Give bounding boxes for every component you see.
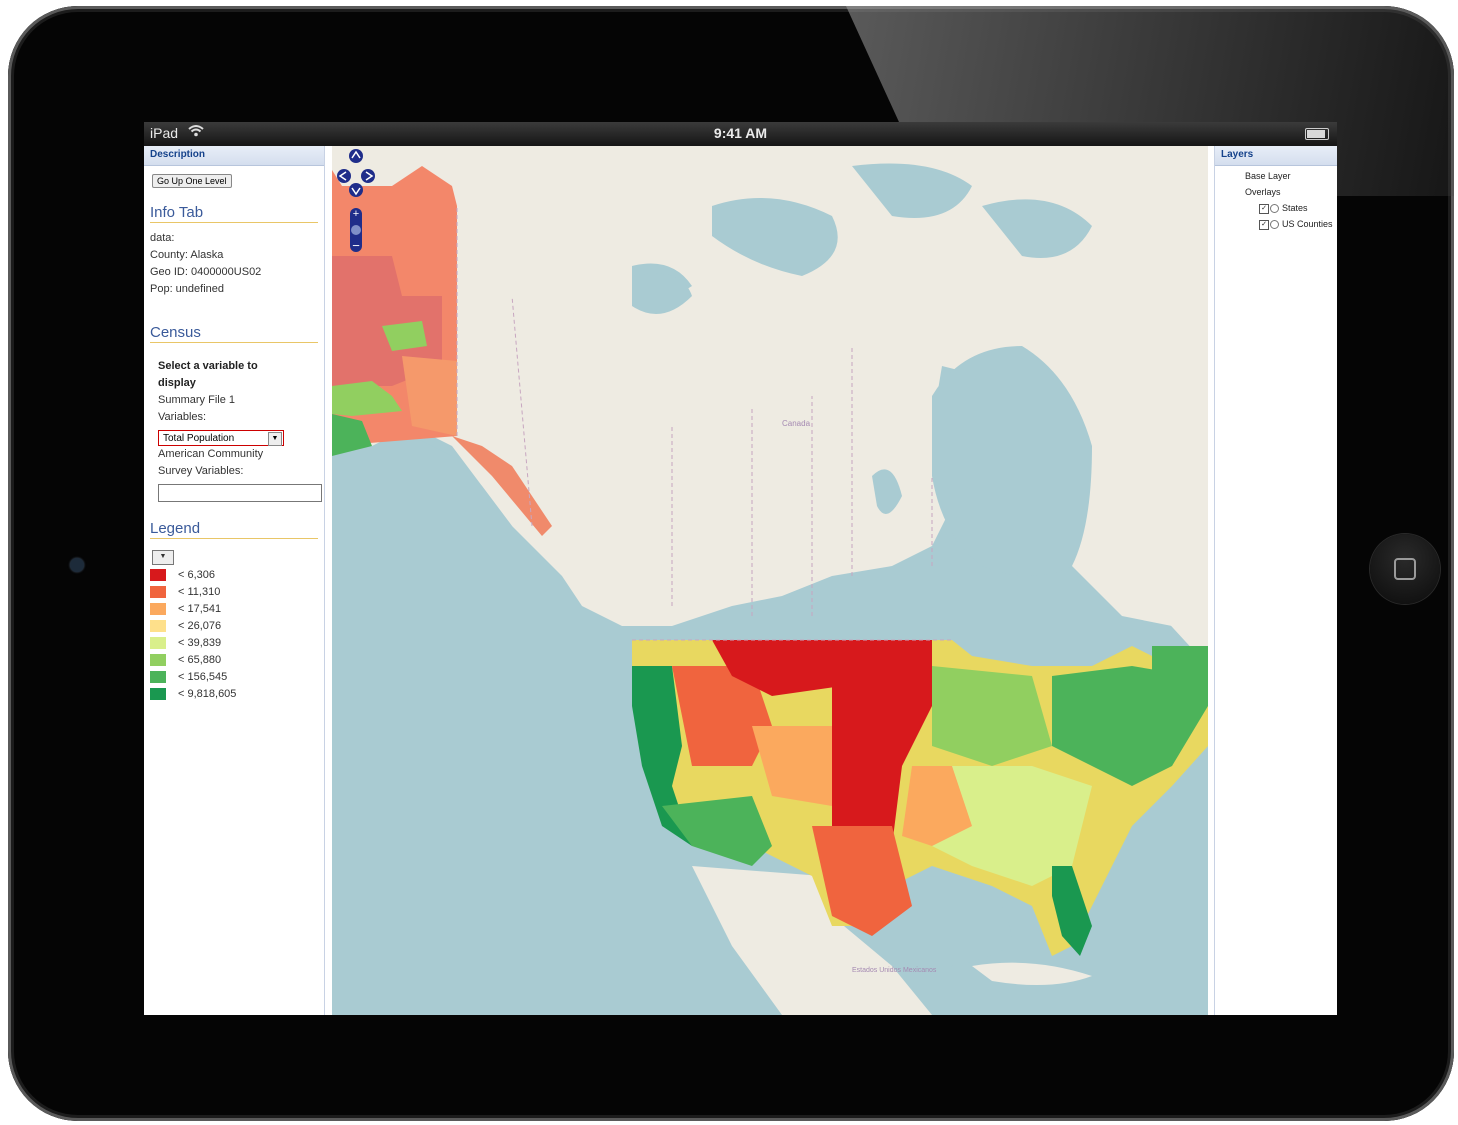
- layer-item-us-counties[interactable]: ✓ US Counties: [1215, 216, 1337, 232]
- description-panel: Description Go Up One Level Info Tab dat…: [144, 146, 325, 1015]
- info-line: data:: [150, 232, 175, 244]
- mexico-label: Estados Unidos Mexicanos: [852, 967, 937, 974]
- acs-label: Survey Variables:: [158, 465, 244, 477]
- acs-label: American Community: [158, 448, 264, 460]
- census-prompt: Select a variable to: [158, 360, 258, 372]
- legend-item: < 17,541: [150, 600, 236, 617]
- layers-header: Layers: [1215, 146, 1337, 166]
- status-time: 9:41 AM: [713, 125, 768, 141]
- info-tab-content: data: County: Alaska Geo ID: 0400000US02…: [150, 230, 261, 298]
- acs-variable-input[interactable]: [158, 484, 322, 502]
- sf1-label: Variables:: [158, 411, 207, 423]
- layer-item-states[interactable]: ✓ States: [1215, 200, 1337, 216]
- layers-panel: Layers Base Layer Overlays ✓ States ✓ US C…: [1214, 146, 1337, 1015]
- go-up-one-level-button[interactable]: Go Up One Level: [152, 174, 232, 188]
- map-svg: Canada Estados Unidos Mexicanos + −: [332, 146, 1208, 1015]
- description-header: Description: [144, 146, 324, 166]
- layer-label: States: [1282, 203, 1308, 213]
- home-square-icon: [1394, 558, 1416, 580]
- legend-swatch: [150, 619, 166, 632]
- legend-item: < 26,076: [150, 617, 236, 634]
- zoom-out-icon[interactable]: −: [352, 238, 360, 253]
- layers-list: Base Layer Overlays ✓ States ✓ US Counties: [1215, 168, 1337, 232]
- legend-swatch: [150, 585, 166, 598]
- legend-item: < 156,545: [150, 668, 236, 685]
- camera-icon: [70, 558, 84, 572]
- legend-swatch: [150, 636, 166, 649]
- legend-label: < 17,541: [178, 602, 222, 615]
- map-canvas[interactable]: Canada Estados Unidos Mexicanos + −: [332, 146, 1208, 1015]
- legend-swatch: [150, 653, 166, 666]
- layer-label: US Counties: [1282, 219, 1333, 229]
- legend-item: < 11,310: [150, 583, 236, 600]
- legend-label: < 39,839: [178, 636, 222, 649]
- census-content: Select a variable to display Summary Fil…: [158, 358, 322, 502]
- quebec-landmass: [1072, 236, 1208, 666]
- canada-label: Canada: [782, 419, 811, 428]
- overlays-label: Overlays: [1245, 187, 1281, 197]
- checkbox-icon[interactable]: ✓: [1259, 203, 1269, 214]
- legend-item: < 6,306: [150, 566, 236, 583]
- sf1-variable-select[interactable]: Total Population ▼: [158, 430, 284, 446]
- base-layer-label: Base Layer: [1245, 171, 1291, 181]
- dropdown-arrow-icon[interactable]: ▼: [268, 432, 282, 446]
- cuba: [972, 962, 1092, 985]
- legend-label: < 11,310: [178, 585, 221, 598]
- home-button[interactable]: [1370, 534, 1440, 604]
- legend-swatch: [150, 670, 166, 683]
- battery-icon: [1305, 128, 1329, 140]
- ipad-frame: iPad 9:41 AM Description Go Up One Level…: [8, 6, 1454, 1121]
- legend-list: < 6,306 < 11,310 < 17,541 < 26,076 < 39,839 <…: [150, 566, 236, 702]
- legend-swatch: [150, 568, 166, 581]
- census-title: Census: [150, 324, 318, 343]
- zoom-in-icon[interactable]: +: [353, 208, 359, 220]
- legend-label: < 26,076: [178, 619, 222, 632]
- legend-dropdown-icon[interactable]: ▼: [152, 550, 174, 565]
- legend-swatch: [150, 602, 166, 615]
- legend-label: < 6,306: [178, 568, 216, 581]
- legend-item: < 65,880: [150, 651, 236, 668]
- sf1-selected-value: Total Population: [163, 433, 235, 444]
- radio-icon[interactable]: [1270, 220, 1279, 230]
- legend-title: Legend: [150, 520, 318, 539]
- census-prompt: display: [158, 377, 196, 389]
- legend-item: < 39,839: [150, 634, 236, 651]
- radio-icon[interactable]: [1270, 204, 1279, 214]
- info-line: County: Alaska: [150, 249, 224, 261]
- legend-item: < 9,818,605: [150, 685, 236, 702]
- legend-label: < 9,818,605: [178, 687, 237, 700]
- info-tab-title: Info Tab: [150, 204, 318, 223]
- legend-label: < 156,545: [178, 670, 228, 683]
- legend-label: < 65,880: [178, 653, 222, 666]
- zoom-slider-handle[interactable]: [351, 225, 361, 235]
- legend-swatch: [150, 687, 166, 700]
- info-line: Pop: undefined: [150, 283, 225, 295]
- info-line: Geo ID: 0400000US02: [150, 266, 262, 278]
- sf1-label: Summary File 1: [158, 394, 236, 406]
- screen: iPad 9:41 AM Description Go Up One Level…: [144, 122, 1337, 1015]
- status-bar: iPad 9:41 AM: [144, 122, 1337, 146]
- checkbox-icon[interactable]: ✓: [1259, 219, 1269, 230]
